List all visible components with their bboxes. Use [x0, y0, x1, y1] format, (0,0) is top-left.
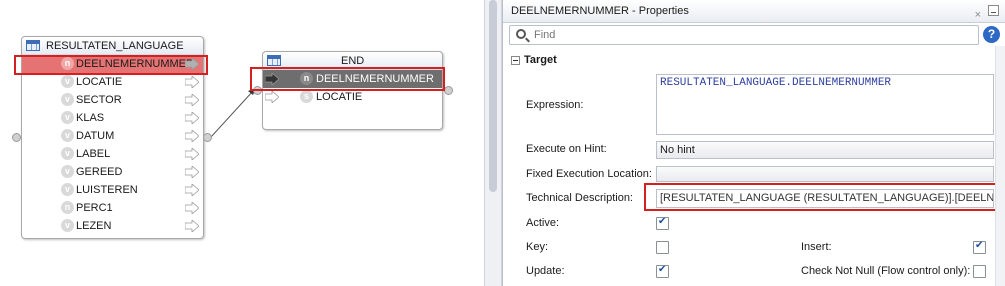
technical-description-field[interactable]: [RESULTATEN_LANGUAGE (RESULTATEN_LANGUAG…: [656, 189, 994, 208]
mapping-arrow-icon[interactable]: [185, 166, 199, 178]
attribute-name: GEREED: [76, 166, 123, 178]
attribute-row[interactable]: v DATUM: [22, 127, 203, 145]
mapping-arrow-icon[interactable]: [185, 58, 199, 70]
active-checkbox[interactable]: [656, 216, 669, 230]
attribute-name: LEZEN: [76, 220, 112, 232]
attribute-type-icon: s: [300, 90, 313, 103]
attribute-name: LOCATIE: [76, 76, 123, 88]
source-table-port-left[interactable]: [12, 133, 21, 142]
execute-on-hint-select[interactable]: No hint: [656, 141, 994, 159]
mapping-arrow-icon: [265, 73, 279, 85]
properties-title: DEELNEMERNUMMER - Properties: [511, 5, 689, 17]
collapse-icon[interactable]: [511, 56, 520, 65]
attribute-name: KLAS: [76, 112, 105, 124]
attribute-type-icon: n: [61, 201, 74, 214]
properties-scrollbar[interactable]: [995, 46, 1005, 286]
mapping-arrow-icon[interactable]: [185, 94, 199, 106]
mapping-arrow-icon[interactable]: [185, 76, 199, 88]
attribute-type-icon: v: [61, 183, 74, 196]
mapping-arrow-icon: [265, 91, 279, 103]
attribute-type-icon: v: [61, 111, 74, 124]
help-icon[interactable]: ?: [983, 26, 1000, 43]
mapping-arrow-icon[interactable]: [185, 130, 199, 142]
expression-editor[interactable]: RESULTATEN_LANGUAGE.DEELNEMERNUMMER: [656, 74, 994, 135]
attribute-row[interactable]: v LUISTEREN: [22, 181, 203, 199]
fixed-execution-location-select[interactable]: [656, 166, 994, 182]
attribute-name: LOCATIE: [316, 91, 363, 103]
close-icon[interactable]: ×: [975, 4, 981, 27]
update-label: Update:: [526, 265, 565, 277]
attribute-type-icon: v: [61, 147, 74, 160]
attribute-type-icon: n: [61, 57, 74, 70]
properties-title-bar: DEELNEMERNUMMER - Properties ×: [503, 0, 1005, 23]
table-icon: [267, 55, 281, 66]
source-attribute-list: n DEELNEMERNUMMER v LOCATIE v SECTOR v KLAS v DAT…: [22, 55, 203, 235]
attribute-row[interactable]: v LEZEN: [22, 217, 203, 235]
properties-panel: DEELNEMERNUMMER - Properties × ? Target …: [502, 0, 1005, 286]
source-table[interactable]: RESULTATEN_LANGUAGE n DEELNEMERNUMMER v LOC…: [21, 36, 204, 239]
attribute-type-icon: v: [61, 165, 74, 178]
mapping-arrow-icon[interactable]: [185, 148, 199, 160]
attribute-row[interactable]: v LABEL: [22, 145, 203, 163]
attribute-type-icon: n: [300, 72, 313, 85]
update-checkbox[interactable]: [656, 264, 669, 278]
technical-description-label: Technical Description:: [526, 192, 633, 204]
target-table-port-right[interactable]: [444, 86, 453, 95]
attribute-row[interactable]: s LOCATIE: [263, 88, 442, 106]
mapping-arrow-icon[interactable]: [185, 202, 199, 214]
attribute-name: LUISTEREN: [76, 184, 138, 196]
search-icon: [516, 29, 526, 39]
attribute-row[interactable]: n DEELNEMERNUMMER: [22, 55, 203, 73]
active-label: Active:: [526, 217, 560, 229]
panel-splitter[interactable]: [484, 0, 502, 286]
attribute-row[interactable]: v KLAS: [22, 109, 203, 127]
attribute-row[interactable]: v SECTOR: [22, 91, 203, 109]
key-label: Key:: [526, 241, 549, 253]
search-row: ?: [509, 25, 1000, 45]
minimize-icon[interactable]: [988, 5, 999, 16]
search-field[interactable]: [509, 25, 979, 45]
source-table-name: RESULTATEN_LANGUAGE: [46, 40, 184, 52]
attribute-row[interactable]: n PERC1: [22, 199, 203, 217]
target-table-port-left[interactable]: [253, 86, 262, 95]
target-section-header[interactable]: Target: [509, 53, 999, 69]
mapping-arrow-icon[interactable]: [185, 184, 199, 196]
attribute-type-icon: v: [61, 219, 74, 232]
mapping-arrow-icon[interactable]: [185, 220, 199, 232]
attribute-name: DEELNEMERNUMMER: [316, 73, 434, 85]
target-table[interactable]: END n DEELNEMERNUMMER s LOCATIE: [262, 51, 443, 130]
table-icon: [26, 40, 40, 51]
attribute-row[interactable]: v LOCATIE: [22, 73, 203, 91]
insert-label: Insert:: [801, 241, 832, 253]
target-table-header[interactable]: END: [263, 52, 442, 70]
splitter-scroll-thumb[interactable]: [489, 0, 497, 192]
attribute-row[interactable]: n DEELNEMERNUMMER: [263, 70, 442, 88]
key-checkbox[interactable]: [656, 241, 669, 254]
check-not-null-checkbox[interactable]: [973, 265, 986, 278]
execute-on-hint-label: Execute on Hint:: [526, 143, 607, 155]
attribute-name: SECTOR: [76, 94, 122, 106]
attribute-name: DATUM: [76, 130, 115, 142]
attribute-row[interactable]: v GEREED: [22, 163, 203, 181]
attribute-type-icon: v: [61, 93, 74, 106]
insert-checkbox[interactable]: [973, 240, 986, 254]
attribute-name: PERC1: [76, 202, 113, 214]
search-input[interactable]: [534, 28, 964, 42]
mapping-arrow-icon[interactable]: [185, 112, 199, 124]
target-table-name: END: [341, 55, 365, 67]
target-attribute-list: n DEELNEMERNUMMER s LOCATIE: [263, 70, 442, 106]
attribute-name: LABEL: [76, 148, 111, 160]
attribute-name: DEELNEMERNUMMER: [76, 58, 194, 70]
fixed-execution-location-label: Fixed Execution Location:: [526, 168, 652, 180]
section-title: Target: [524, 54, 557, 66]
mapping-canvas[interactable]: RESULTATEN_LANGUAGE n DEELNEMERNUMMER v LOC…: [0, 0, 484, 286]
expression-label: Expression:: [526, 99, 584, 111]
check-not-null-label: Check Not Null (Flow control only):: [801, 265, 971, 277]
attribute-type-icon: v: [61, 75, 74, 88]
source-table-header[interactable]: RESULTATEN_LANGUAGE: [22, 37, 203, 55]
source-table-port-right[interactable]: [203, 133, 212, 142]
attribute-type-icon: v: [61, 129, 74, 142]
